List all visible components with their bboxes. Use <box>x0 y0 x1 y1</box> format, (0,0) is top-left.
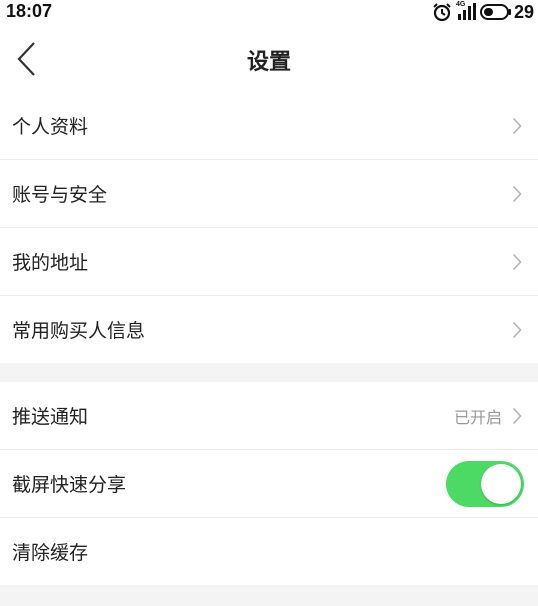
screenshot-share-toggle[interactable] <box>446 461 524 507</box>
chevron-right-icon <box>512 407 522 425</box>
settings-item-label: 账号与安全 <box>12 184 108 206</box>
push-status-value: 已开启 <box>453 407 502 427</box>
chevron-right-icon <box>512 117 522 135</box>
settings-group-general: 推送通知 已开启 截屏快速分享 清除缓存 <box>0 382 538 585</box>
settings-item-label: 常用购买人信息 <box>12 320 146 342</box>
settings-item-label: 个人资料 <box>12 116 89 138</box>
settings-item-label: 截屏快速分享 <box>12 474 127 496</box>
chevron-right-icon <box>512 253 522 271</box>
settings-item-label: 我的地址 <box>12 252 89 274</box>
settings-item-buyer-info[interactable]: 常用购买人信息 <box>0 296 538 363</box>
page-title: 设置 <box>246 50 291 75</box>
nav-bar: 设置 <box>0 24 538 92</box>
settings-item-clear-cache[interactable]: 清除缓存 <box>0 518 538 585</box>
settings-item-label: 推送通知 <box>12 406 89 428</box>
signal-icon: 4G <box>456 1 478 22</box>
chevron-right-icon <box>512 321 522 339</box>
status-time: 18:07 <box>6 1 53 21</box>
settings-group-account: 个人资料 账号与安全 我的地址 常用购买人信息 <box>0 92 538 363</box>
toggle-knob <box>481 464 521 504</box>
settings-item-screenshot-share: 截屏快速分享 <box>0 450 538 518</box>
settings-item-push-notifications[interactable]: 推送通知 已开启 <box>0 382 538 450</box>
battery-icon <box>479 4 511 20</box>
battery-percentage: 29 <box>513 1 534 22</box>
chevron-right-icon <box>512 185 522 203</box>
settings-item-profile[interactable]: 个人资料 <box>0 92 538 160</box>
settings-item-label: 清除缓存 <box>12 542 89 564</box>
settings-item-my-address[interactable]: 我的地址 <box>0 228 538 296</box>
status-icons: 4G 29 <box>432 1 534 22</box>
alarm-icon <box>433 3 451 22</box>
status-bar: 18:07 4G 29 <box>0 0 538 24</box>
settings-item-account-security[interactable]: 账号与安全 <box>0 160 538 228</box>
